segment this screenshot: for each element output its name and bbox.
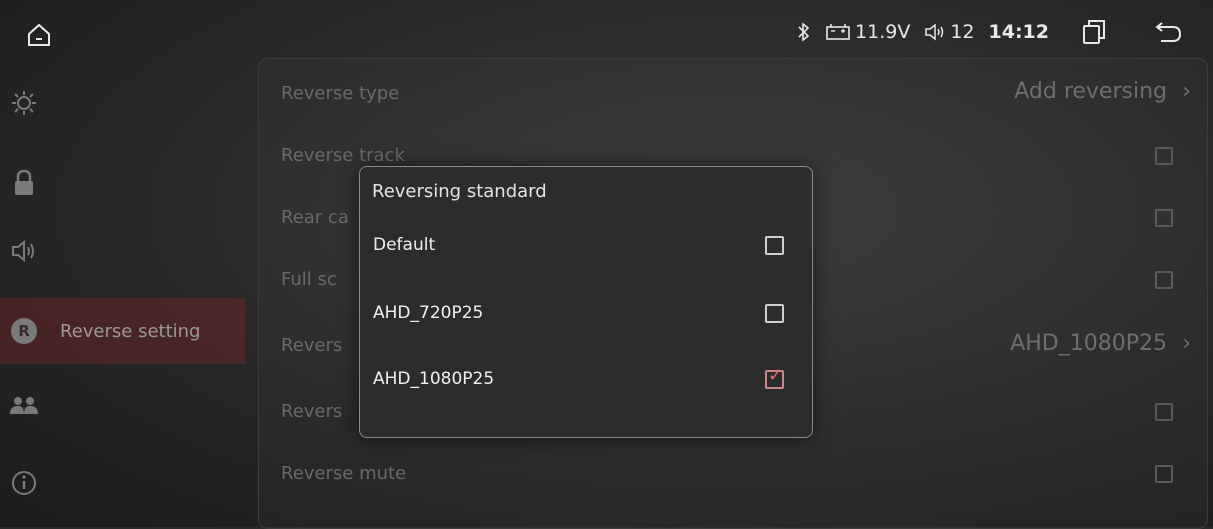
chevron-right-icon: › [1182,331,1191,356]
voltage-text: 11.9V [855,21,911,43]
setting-label: Reverse track [281,145,405,166]
home-button[interactable] [26,22,52,48]
setting-value: Add reversing [1014,79,1167,104]
battery-indicator: 11.9V [825,21,910,43]
option-ahd-1080p25[interactable]: AHD_1080P25 ✓ [360,353,812,409]
status-indicators: 11.9V 12 14:12 [797,14,1183,50]
setting-checkbox[interactable] [1155,465,1173,483]
sidebar-item-brightness[interactable] [0,70,245,136]
users-icon [8,389,40,421]
screen: 11.9V 12 14:12 R Reverse setting Reverse… [0,0,1213,529]
option-label: Default [373,235,436,255]
battery-icon [826,24,850,40]
setting-checkbox[interactable] [1155,271,1173,289]
setting-label: Reverse mute [281,463,407,484]
setting-label: Revers [281,401,343,422]
option-checkbox[interactable] [765,304,784,323]
volume-level-text: 12 [950,21,975,43]
volume-indicator: 12 [924,21,975,43]
option-checkbox[interactable] [765,236,784,255]
back-button[interactable] [1153,17,1183,47]
chevron-right-icon: › [1182,79,1191,104]
recent-apps-button[interactable] [1079,17,1109,47]
sidebar-item-info[interactable] [0,450,245,516]
option-default[interactable]: Default [360,219,812,275]
option-checkbox-checked[interactable]: ✓ [765,366,784,389]
dialog-title: Reversing standard [372,181,547,202]
recent-apps-icon [1083,20,1105,44]
checkmark-icon: ✓ [768,365,784,386]
lock-icon [8,167,40,199]
status-bar: 11.9V 12 14:12 [0,0,1213,62]
sidebar-item-label: Reverse setting [60,320,201,342]
setting-label: Reverse type [281,83,400,104]
option-label: AHD_1080P25 [373,369,495,389]
brightness-icon [8,87,40,119]
info-icon [8,467,40,499]
home-icon [28,23,50,46]
option-ahd-720p25[interactable]: AHD_720P25 [360,287,812,343]
sidebar-item-sound[interactable] [0,218,245,284]
back-icon [1155,22,1182,42]
setting-checkbox[interactable] [1155,209,1173,227]
setting-row-reverse-mute[interactable]: Reverse mute [259,443,1207,505]
clock-text: 14:12 [988,21,1049,43]
sidebar-item-users[interactable] [0,372,245,438]
setting-checkbox[interactable] [1155,403,1173,421]
speaker-icon [8,235,40,267]
volume-icon [925,23,944,41]
setting-label: Revers [281,335,343,356]
bluetooth-icon [797,22,811,42]
reverse-r-icon: R [8,315,40,347]
sidebar: R Reverse setting [0,62,250,527]
reversing-standard-dialog: Reversing standard Default AHD_720P25 AH… [359,166,813,438]
sidebar-item-lock[interactable] [0,150,245,216]
option-label: AHD_720P25 [373,303,484,323]
sidebar-item-reverse-setting[interactable]: R Reverse setting [0,298,245,364]
setting-value: AHD_1080P25 [1010,331,1167,356]
setting-row-reverse-type[interactable]: Reverse type Add reversing › [259,63,1207,125]
setting-checkbox[interactable] [1155,147,1173,165]
setting-label: Full sc [281,269,337,290]
setting-label: Rear ca [281,207,349,228]
